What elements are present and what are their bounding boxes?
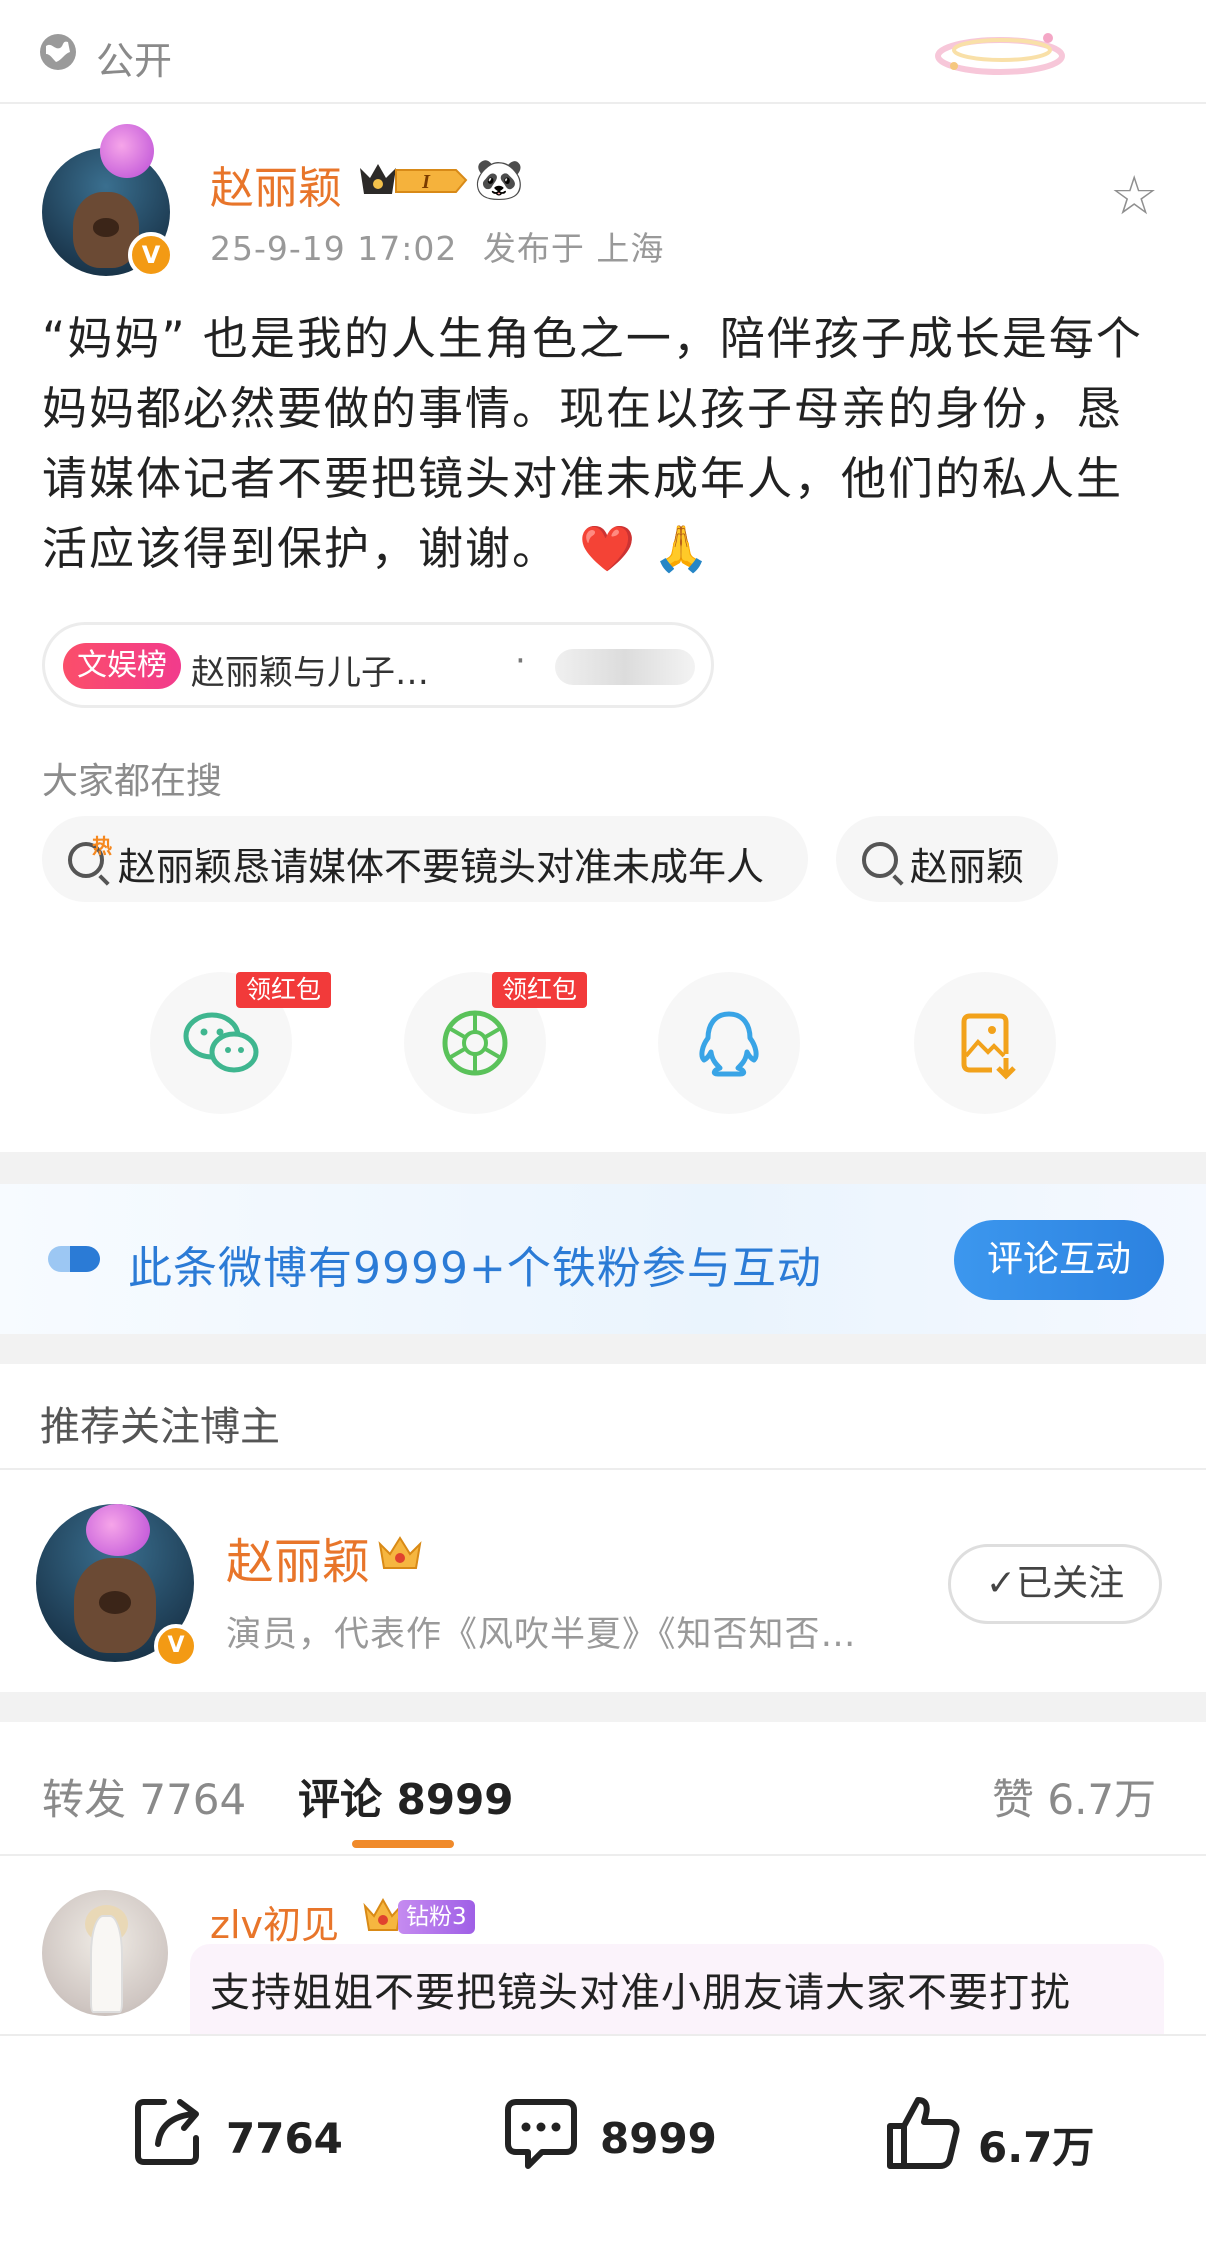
red-packet-tag: 领红包 — [236, 972, 332, 1008]
comment-action[interactable]: 8999 — [500, 2092, 730, 2182]
section-divider — [0, 1152, 1206, 1184]
divider — [0, 1468, 1206, 1470]
tab-active-indicator — [352, 1840, 454, 1848]
recommend-name[interactable]: 赵丽颖 — [226, 1522, 370, 1592]
post-location: 发布于 上海 — [482, 229, 665, 268]
member-crown-badge-icon: I — [360, 164, 468, 194]
fans-banner-text: 此条微博有9999+个铁粉参与互动 — [128, 1243, 822, 1294]
search-chip[interactable]: 赵丽颖 — [836, 816, 1058, 902]
recommend-title: 推荐关注博主 — [40, 1404, 280, 1450]
globe-icon — [40, 34, 76, 70]
topic-text: 赵丽颖与儿子… — [191, 653, 429, 693]
comment-icon — [505, 2099, 577, 2169]
save-image-icon — [961, 1013, 1016, 1080]
share-qq-button[interactable] — [658, 972, 800, 1114]
search-icon — [862, 842, 898, 878]
crown-icon — [378, 1536, 422, 1569]
member-level: I — [421, 171, 431, 193]
interaction-tabs: 转发 7764 评论 8999 赞 6.7万 — [0, 1722, 1206, 1856]
comment-count: 8999 — [600, 2114, 717, 2163]
topic-chip[interactable]: 文娱榜 赵丽颖与儿子… · — [42, 622, 714, 708]
decoration-swirl-icon — [935, 33, 1065, 75]
author-name[interactable]: 赵丽颖 — [210, 152, 342, 216]
hot-mark: 热 — [92, 834, 112, 858]
verified-badge-icon: V — [128, 232, 174, 278]
like-action[interactable]: 6.7万 — [882, 2092, 1112, 2182]
avatar-pendant-icon — [86, 1504, 150, 1556]
fans-pill-icon — [48, 1246, 100, 1272]
tab-like[interactable]: 赞 6.7万 — [992, 1766, 1156, 1827]
visibility-label: 公开 — [96, 39, 173, 83]
commenter-avatar[interactable] — [42, 1890, 168, 2016]
post-emoji: ❤️ 🙏 — [579, 522, 712, 575]
save-image-button[interactable] — [914, 972, 1056, 1114]
topic-blurred-extra — [555, 649, 695, 685]
like-thumb-icon — [887, 2097, 960, 2169]
red-packet-tag: 领红包 — [492, 972, 588, 1008]
commenter-name[interactable]: zlv初见 — [210, 1894, 339, 1949]
panda-icon: 🐼 — [474, 157, 524, 203]
tab-repost[interactable]: 转发 7764 — [42, 1766, 246, 1827]
post-body: “妈妈” 也是我的人生角色之一，陪伴孩子成长是每个 妈妈都必然要做的事情。现在以… — [42, 304, 1172, 584]
post-timestamp: 25-9-19 17:02 — [210, 229, 458, 268]
repost-action[interactable]: 7764 — [128, 2092, 348, 2182]
follow-label: 已关注 — [1016, 1563, 1125, 1604]
like-count: 6.7万 — [978, 2123, 1095, 2172]
search-chip-text: 赵丽颖恳请媒体不要镜头对准未成年人 — [118, 845, 765, 889]
verified-badge-icon: V — [154, 1624, 198, 1668]
fan-level: 钻粉3 — [398, 1900, 475, 1934]
post-line: 请媒体记者不要把镜头对准未成年人，他们的私人生 — [42, 452, 1124, 505]
recommend-desc: 演员，代表作《风吹半夏》《知否知否… — [226, 1615, 857, 1655]
section-divider — [0, 1692, 1206, 1722]
section-divider — [0, 1334, 1206, 1364]
post-meta: 25-9-19 17:02 发布于 上海 — [210, 222, 664, 270]
search-chip-text: 赵丽颖 — [910, 845, 1025, 889]
tab-comment[interactable]: 评论 8999 — [298, 1766, 514, 1827]
topic-separator: · — [515, 641, 526, 681]
fans-banner: 此条微博有9999+个铁粉参与互动 评论互动 — [0, 1184, 1206, 1334]
repost-icon — [135, 2099, 199, 2165]
visibility-bar: 公开 — [0, 0, 1206, 104]
favorite-star-icon[interactable]: ☆ — [1110, 164, 1158, 227]
search-chip-hot[interactable]: 热 赵丽颖恳请媒体不要镜头对准未成年人 — [42, 816, 808, 902]
comment-interact-button[interactable]: 评论互动 — [954, 1220, 1164, 1300]
search-caption: 大家都在搜 — [42, 761, 223, 802]
post-line: 活应该得到保护，谢谢。 ❤️ 🙏 — [42, 522, 712, 575]
avatar-pendant-icon — [100, 124, 154, 178]
post-line: 妈妈都必然要做的事情。现在以孩子母亲的身份，恳 — [42, 382, 1124, 435]
bottom-action-bar: 7764 8999 6.7万 — [0, 2034, 1206, 2241]
post-line: “妈妈” 也是我的人生角色之一，陪伴孩子成长是每个 — [42, 312, 1143, 365]
comment-text: 支持姐姐不要把镜头对准小朋友请大家不要打扰 — [210, 1970, 1071, 2016]
follow-button[interactable]: ✓已关注 — [948, 1544, 1162, 1624]
qq-icon — [699, 1011, 759, 1077]
repost-count: 7764 — [226, 2114, 343, 2163]
topic-tag: 文娱榜 — [63, 643, 181, 689]
